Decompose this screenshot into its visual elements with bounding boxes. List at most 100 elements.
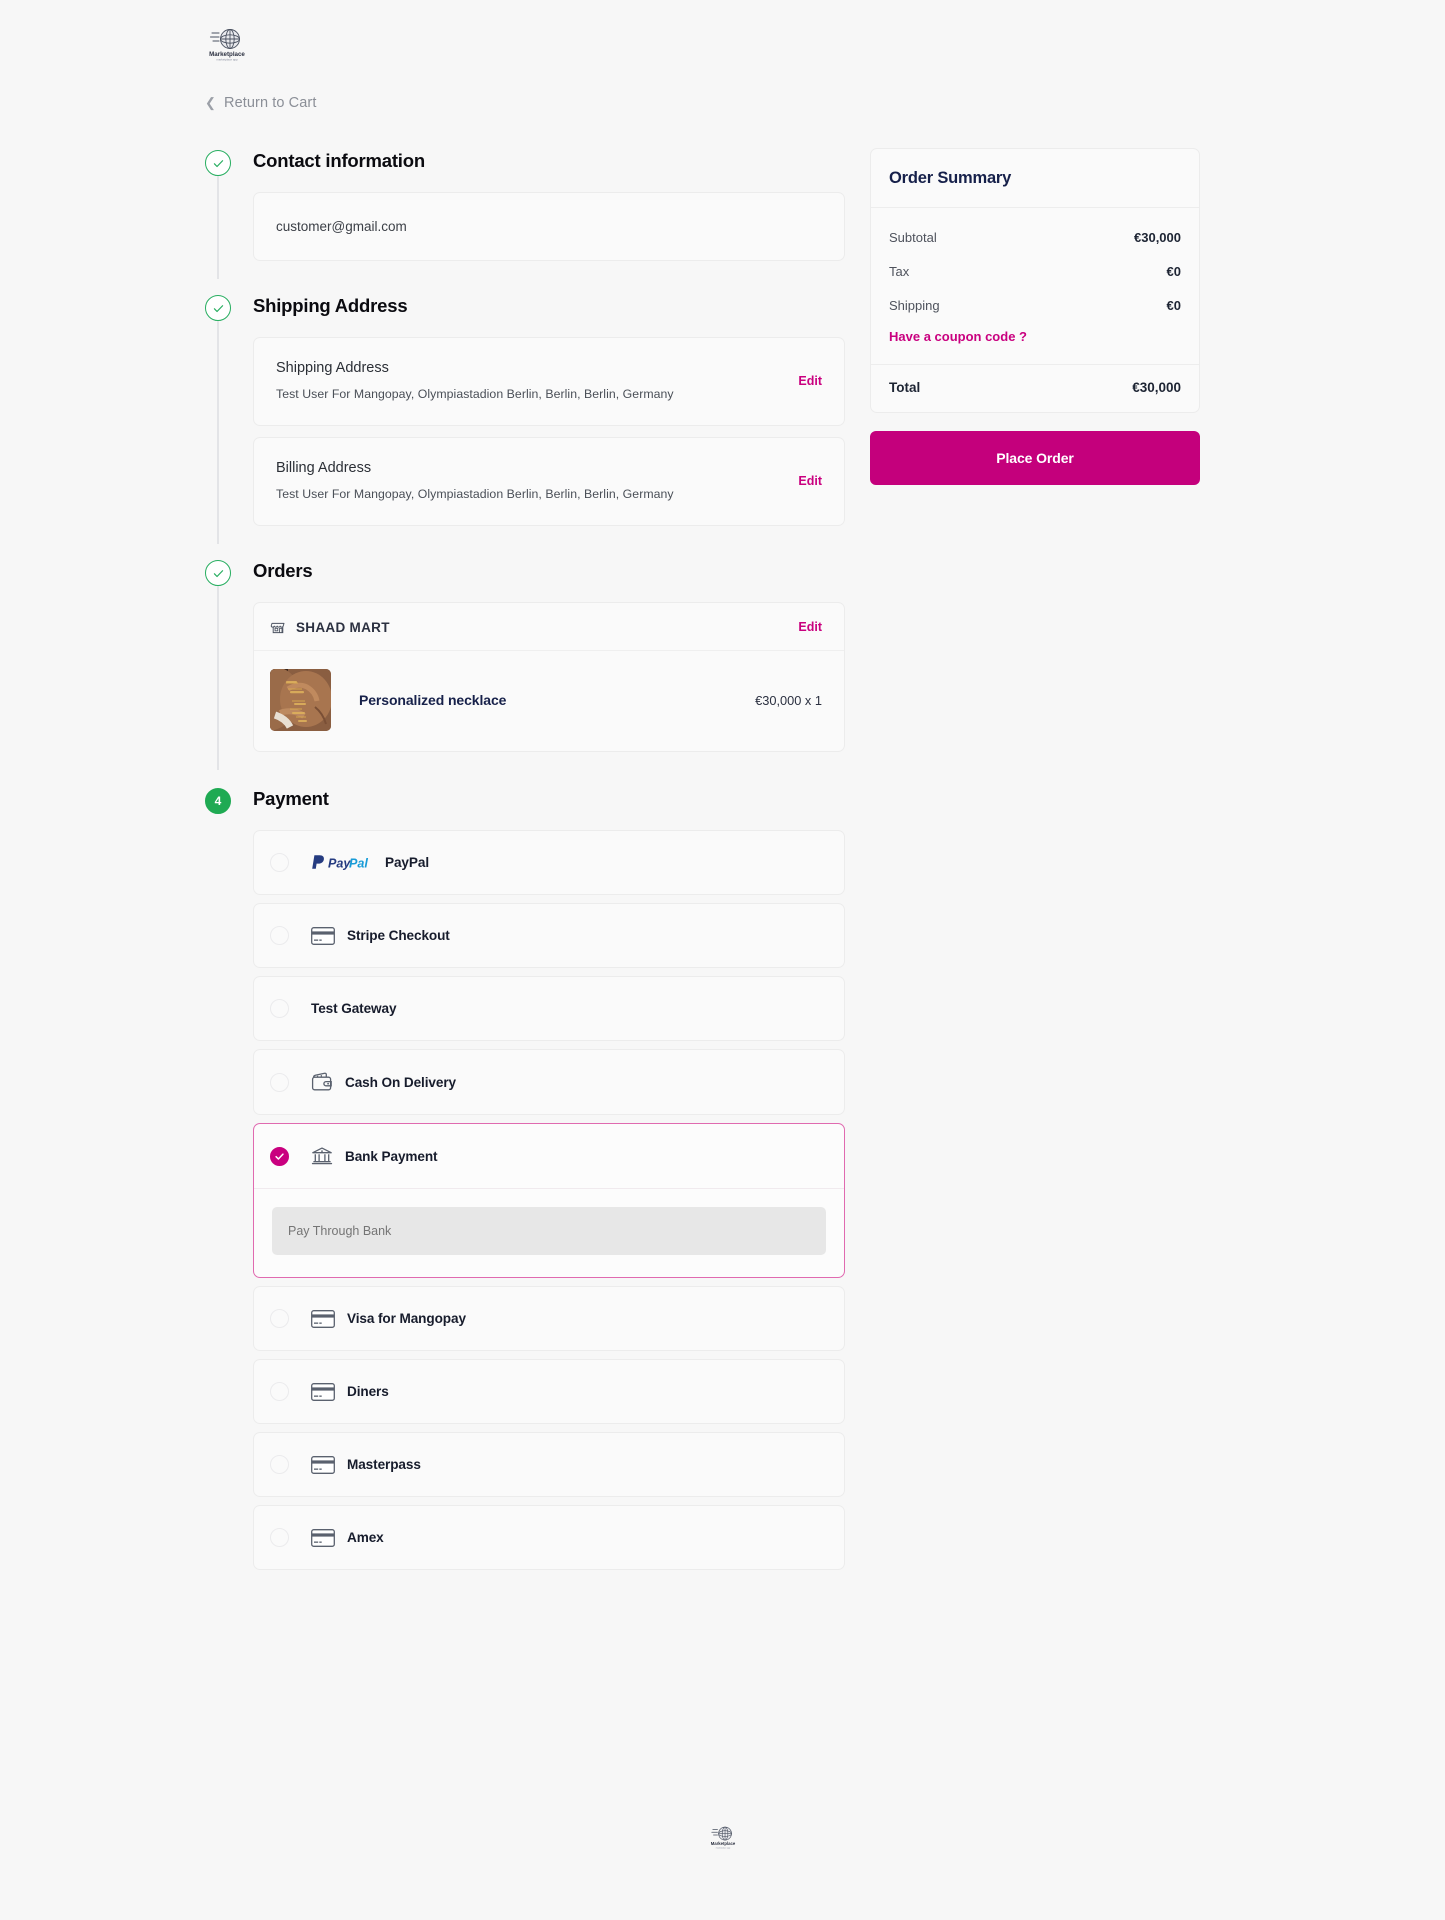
billing-address-text: Billing Address Test User For Mangopay, … (276, 460, 674, 501)
payment-method-bank-payment[interactable]: Bank Payment (253, 1123, 845, 1278)
return-bar: ❮ Return to Cart (0, 66, 1445, 112)
payment-method-label-stripe-checkout: Stripe Checkout (347, 928, 450, 943)
section-title-contact: Contact information (253, 150, 425, 171)
payment-method-visa-for-mangopay[interactable]: Visa for Mangopay (253, 1286, 845, 1351)
credit-card-icon (311, 1309, 335, 1328)
shipping-address-label: Shipping Address (276, 360, 389, 376)
site-footer: Marketplace marketplace app (0, 1822, 1445, 1852)
payment-method-paypal[interactable]: Pay Pal PayPal (253, 830, 845, 895)
check-icon (213, 159, 223, 167)
summary-key-subtotal: Subtotal (889, 230, 937, 245)
site-header: Marketplace marketplace app (0, 0, 1445, 66)
edit-shipping-address-link[interactable]: Edit (784, 374, 822, 388)
payment-method-label-masterpass: Masterpass (347, 1457, 421, 1472)
shipping-address-card: Shipping Address Test User For Mangopay,… (253, 337, 845, 426)
store-icon (270, 622, 285, 634)
checkout-main-column: Contact information customer@gmail.com S… (205, 148, 845, 1578)
section-title-payment: Payment (253, 788, 329, 809)
credit-card-icon (311, 1455, 335, 1474)
edit-order-link[interactable]: Edit (784, 620, 822, 634)
marketplace-logo-icon[interactable]: Marketplace marketplace app (205, 22, 249, 66)
section-title-orders: Orders (253, 560, 313, 581)
payment-method-diners[interactable]: Diners (253, 1359, 845, 1424)
payment-method-masterpass[interactable]: Masterpass (253, 1432, 845, 1497)
step-badge-orders (205, 560, 231, 586)
payment-methods-list: Pay Pal PayPal Stripe Checkout Test Gate… (253, 830, 845, 1570)
summary-key-total: Total (889, 380, 921, 395)
coupon-code-link[interactable]: Have a coupon code ? (889, 326, 1181, 358)
payment-method-test-gateway[interactable]: Test Gateway (253, 976, 845, 1041)
section-payment: 4 Payment Pay Pal PayPal Stripe Checkout… (205, 786, 845, 1570)
step-rail (217, 584, 219, 770)
payment-method-label-cash-on-delivery: Cash On Delivery (345, 1074, 456, 1090)
step-badge-payment: 4 (205, 788, 231, 814)
payment-method-amex[interactable]: Amex (253, 1505, 845, 1570)
radio-paypal[interactable] (270, 853, 289, 872)
product-name[interactable]: Personalized necklace (359, 692, 755, 708)
store-row: SHAAD MART Edit (254, 603, 844, 651)
shipping-address-text: Shipping Address Test User For Mangopay,… (276, 360, 674, 401)
chevron-left-icon: ❮ (205, 95, 216, 110)
order-summary-title: Order Summary (889, 169, 1012, 187)
wallet-icon (311, 1072, 333, 1092)
place-order-button[interactable]: Place Order (870, 431, 1200, 485)
contact-card: customer@gmail.com (253, 192, 845, 261)
radio-bank-payment[interactable] (270, 1146, 289, 1166)
radio-cash-on-delivery[interactable] (270, 1072, 289, 1092)
section-title-shipping: Shipping Address (253, 295, 408, 316)
check-icon (213, 304, 223, 312)
credit-card-icon (311, 1382, 335, 1401)
summary-row-tax: Tax €0 (889, 258, 1181, 292)
svg-text:marketplace app: marketplace app (216, 58, 238, 62)
credit-card-icon (311, 1528, 335, 1547)
svg-text:Marketplace: Marketplace (710, 1841, 735, 1846)
billing-address-card: Billing Address Test User For Mangopay, … (253, 437, 845, 526)
return-to-cart-label: Return to Cart (224, 94, 317, 111)
payment-method-label-bank-payment: Bank Payment (345, 1148, 438, 1164)
product-thumbnail[interactable] (270, 669, 331, 731)
payment-method-label-amex: Amex (347, 1530, 384, 1545)
summary-row-total: Total €30,000 (871, 364, 1199, 412)
radio-visa-for-mangopay[interactable] (270, 1309, 289, 1328)
footer-marketplace-logo-icon[interactable]: Marketplace marketplace app (707, 1822, 738, 1852)
step-rail (217, 319, 219, 544)
step-badge-contact (205, 150, 231, 176)
radio-masterpass[interactable] (270, 1455, 289, 1474)
check-icon (275, 1152, 284, 1160)
summary-value-shipping: €0 (1166, 298, 1181, 313)
section-shipping-address: Shipping Address Shipping Address Test U… (205, 293, 845, 544)
shipping-address-value: Test User For Mangopay, Olympiastadion B… (276, 387, 674, 401)
contact-email-value: customer@gmail.com (276, 219, 407, 234)
svg-text:marketplace app: marketplace app (715, 1846, 730, 1849)
store-identity: SHAAD MART (270, 619, 390, 635)
summary-row-subtotal: Subtotal €30,000 (889, 224, 1181, 258)
payment-method-label-visa-for-mangopay: Visa for Mangopay (347, 1311, 466, 1326)
order-summary-header: Order Summary (871, 149, 1199, 208)
radio-diners[interactable] (270, 1382, 289, 1401)
radio-test-gateway[interactable] (270, 999, 289, 1018)
order-summary-column: Order Summary Subtotal €30,000 Tax €0 Sh… (870, 148, 1200, 485)
store-name: SHAAD MART (296, 619, 390, 635)
pay-through-bank-input[interactable] (272, 1207, 826, 1255)
checkout-layout: Contact information customer@gmail.com S… (0, 112, 1445, 1578)
payment-method-label-test-gateway: Test Gateway (311, 1001, 397, 1016)
edit-billing-address-link[interactable]: Edit (784, 474, 822, 488)
step-rail (217, 174, 219, 279)
section-contact-information: Contact information customer@gmail.com (205, 148, 845, 279)
summary-value-total: €30,000 (1132, 380, 1181, 395)
payment-method-label-diners: Diners (347, 1384, 389, 1399)
summary-value-tax: €0 (1166, 264, 1181, 279)
radio-stripe-checkout[interactable] (270, 926, 289, 945)
billing-address-label: Billing Address (276, 460, 372, 476)
payment-method-stripe-checkout[interactable]: Stripe Checkout (253, 903, 845, 968)
payment-method-cash-on-delivery[interactable]: Cash On Delivery (253, 1049, 845, 1115)
summary-key-tax: Tax (889, 264, 910, 279)
billing-address-value: Test User For Mangopay, Olympiastadion B… (276, 487, 674, 501)
summary-row-shipping: Shipping €0 (889, 292, 1181, 326)
svg-text:Pay: Pay (328, 856, 351, 870)
product-price: €30,000 x 1 (755, 692, 822, 708)
return-to-cart-link[interactable]: ❮ Return to Cart (205, 95, 316, 111)
svg-text:Pal: Pal (349, 856, 368, 870)
radio-amex[interactable] (270, 1528, 289, 1547)
order-summary-card: Order Summary Subtotal €30,000 Tax €0 Sh… (870, 148, 1200, 413)
